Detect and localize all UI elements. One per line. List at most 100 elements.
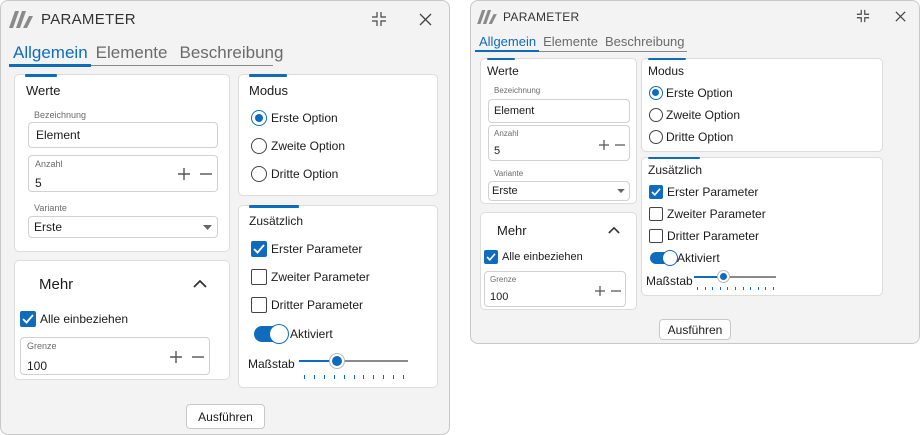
param-checkbox[interactable] xyxy=(251,241,267,257)
radio-option-3[interactable]: Dritte Option xyxy=(251,166,338,182)
slider-tick xyxy=(324,375,325,379)
toggle-knob xyxy=(663,251,677,265)
radio-option-2[interactable]: Zweite Option xyxy=(649,108,740,122)
minus-icon[interactable] xyxy=(192,351,204,363)
minus-icon[interactable] xyxy=(611,286,621,296)
slider-thumb[interactable] xyxy=(717,271,729,282)
include-all-row[interactable]: Alle einbeziehen xyxy=(20,311,128,327)
close-button[interactable] xyxy=(411,7,439,31)
include-all-checkbox[interactable] xyxy=(484,250,498,264)
variante-select[interactable]: Erste xyxy=(28,216,218,238)
plus-icon[interactable] xyxy=(178,168,190,180)
bezeichnung-field[interactable]: Element xyxy=(28,122,218,148)
param-row-2[interactable]: Zweiter Parameter xyxy=(251,269,370,285)
aktiviert-toggle[interactable] xyxy=(650,251,677,265)
aktiviert-label: Aktiviert xyxy=(290,327,333,341)
mehr-title: Mehr xyxy=(39,276,74,293)
restore-button[interactable] xyxy=(365,7,393,31)
slider-tick xyxy=(354,375,355,379)
variante-label: Variante xyxy=(494,169,524,178)
param-row-1[interactable]: Erster Parameter xyxy=(649,185,758,199)
slider-tick xyxy=(373,375,374,379)
radio-option-2[interactable]: Zweite Option xyxy=(251,138,345,154)
chevron-up-icon[interactable] xyxy=(193,279,207,288)
include-all-checkbox[interactable] xyxy=(20,311,36,327)
param-checkbox[interactable] xyxy=(251,297,267,313)
card-accent xyxy=(648,58,686,60)
scale-slider[interactable] xyxy=(299,353,408,379)
param-row-3[interactable]: Dritter Parameter xyxy=(251,297,363,313)
tab-beschreibung[interactable]: Beschreibung xyxy=(179,43,283,63)
variante-select[interactable]: Erste xyxy=(488,181,630,201)
param-checkbox[interactable] xyxy=(649,185,663,199)
minus-icon[interactable] xyxy=(200,168,212,180)
param-label: Dritter Parameter xyxy=(667,229,760,243)
radio-option-3[interactable]: Dritte Option xyxy=(649,130,733,144)
bezeichnung-label: Bezeichnung xyxy=(34,110,87,120)
anzahl-field[interactable]: Anzahl 5 xyxy=(488,125,630,161)
radio-button[interactable] xyxy=(649,130,663,144)
anzahl-field[interactable]: Anzahl 5 xyxy=(28,155,218,192)
param-checkbox[interactable] xyxy=(251,269,267,285)
radio-option-1[interactable]: Erste Option xyxy=(649,86,733,100)
close-button[interactable] xyxy=(888,5,912,27)
bezeichnung-value: Element xyxy=(36,128,81,142)
modus-card: Modus Erste Option Zweite Option Dritte … xyxy=(641,58,883,152)
grenze-value: 100 xyxy=(490,291,509,303)
scale-slider[interactable] xyxy=(694,271,776,291)
variante-value: Erste xyxy=(492,185,518,197)
param-row-3[interactable]: Dritter Parameter xyxy=(649,229,759,243)
radio-button[interactable] xyxy=(649,86,663,100)
plus-icon[interactable] xyxy=(595,286,605,296)
radio-label: Zweite Option xyxy=(666,108,741,122)
run-button[interactable]: Ausführen xyxy=(186,404,265,429)
radio-option-1[interactable]: Erste Option xyxy=(251,110,338,126)
include-all-label: Alle einbeziehen xyxy=(502,251,583,263)
restore-button[interactable] xyxy=(851,5,875,27)
slider-thumb[interactable] xyxy=(330,354,344,368)
param-row-1[interactable]: Erster Parameter xyxy=(251,241,362,257)
run-button[interactable]: Ausführen xyxy=(659,319,731,340)
app-logo-icon xyxy=(9,11,33,28)
slider-tick xyxy=(712,287,713,290)
werte-title: Werte xyxy=(26,83,61,98)
bezeichnung-field[interactable]: Element xyxy=(488,99,630,123)
radio-label: Erste Option xyxy=(666,86,733,100)
zusaetzlich-title: Zusätzlich xyxy=(249,214,304,228)
bezeichnung-value: Element xyxy=(494,105,535,117)
chevron-up-icon[interactable] xyxy=(608,226,620,234)
plus-icon[interactable] xyxy=(170,351,182,363)
slider-tick xyxy=(758,287,759,290)
include-all-row[interactable]: Alle einbeziehen xyxy=(484,250,583,264)
checkmark-icon xyxy=(486,253,496,261)
param-label: Zweiter Parameter xyxy=(667,207,766,221)
radio-button[interactable] xyxy=(251,110,267,126)
grenze-field[interactable]: Grenze 100 xyxy=(484,271,626,307)
tab-allgemein[interactable]: Allgemein xyxy=(13,43,88,63)
slider-tick xyxy=(705,287,706,290)
active-tab-indicator xyxy=(475,50,539,52)
radio-button[interactable] xyxy=(649,108,663,122)
tab-allgemein[interactable]: Allgemein xyxy=(479,34,536,49)
grenze-stepper xyxy=(595,286,621,296)
slider-tick xyxy=(750,287,751,290)
tab-elemente[interactable]: Elemente xyxy=(543,34,598,49)
param-row-2[interactable]: Zweiter Parameter xyxy=(649,207,766,221)
radio-button[interactable] xyxy=(251,166,267,182)
variante-label: Variante xyxy=(34,203,67,213)
radio-button[interactable] xyxy=(251,138,267,154)
aktiviert-toggle[interactable] xyxy=(254,325,288,343)
grenze-label: Grenze xyxy=(490,275,517,284)
minus-icon[interactable] xyxy=(615,140,625,150)
grenze-field[interactable]: Grenze 100 xyxy=(20,337,210,375)
plus-icon[interactable] xyxy=(599,140,609,150)
werte-card: Werte Bezeichnung Element Anzahl 5 Varia… xyxy=(480,58,637,204)
param-checkbox[interactable] xyxy=(649,229,663,243)
close-icon xyxy=(419,13,431,25)
tab-beschreibung[interactable]: Beschreibung xyxy=(605,34,685,49)
param-checkbox[interactable] xyxy=(649,207,663,221)
slider-tick xyxy=(773,287,774,290)
tab-elemente[interactable]: Elemente xyxy=(96,43,168,63)
param-label: Zweiter Parameter xyxy=(271,270,370,284)
slider-tick xyxy=(304,375,305,379)
